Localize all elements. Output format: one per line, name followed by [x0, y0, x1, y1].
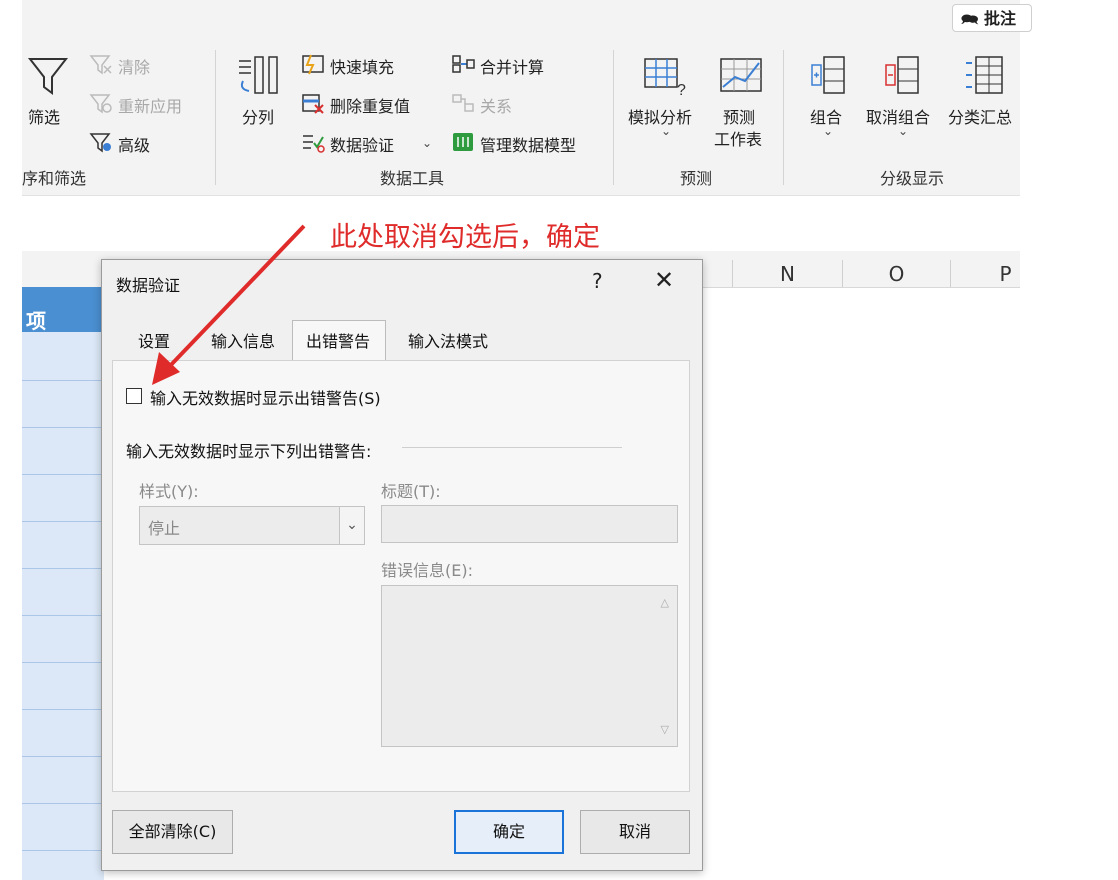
annotation-arrow	[152, 224, 306, 385]
